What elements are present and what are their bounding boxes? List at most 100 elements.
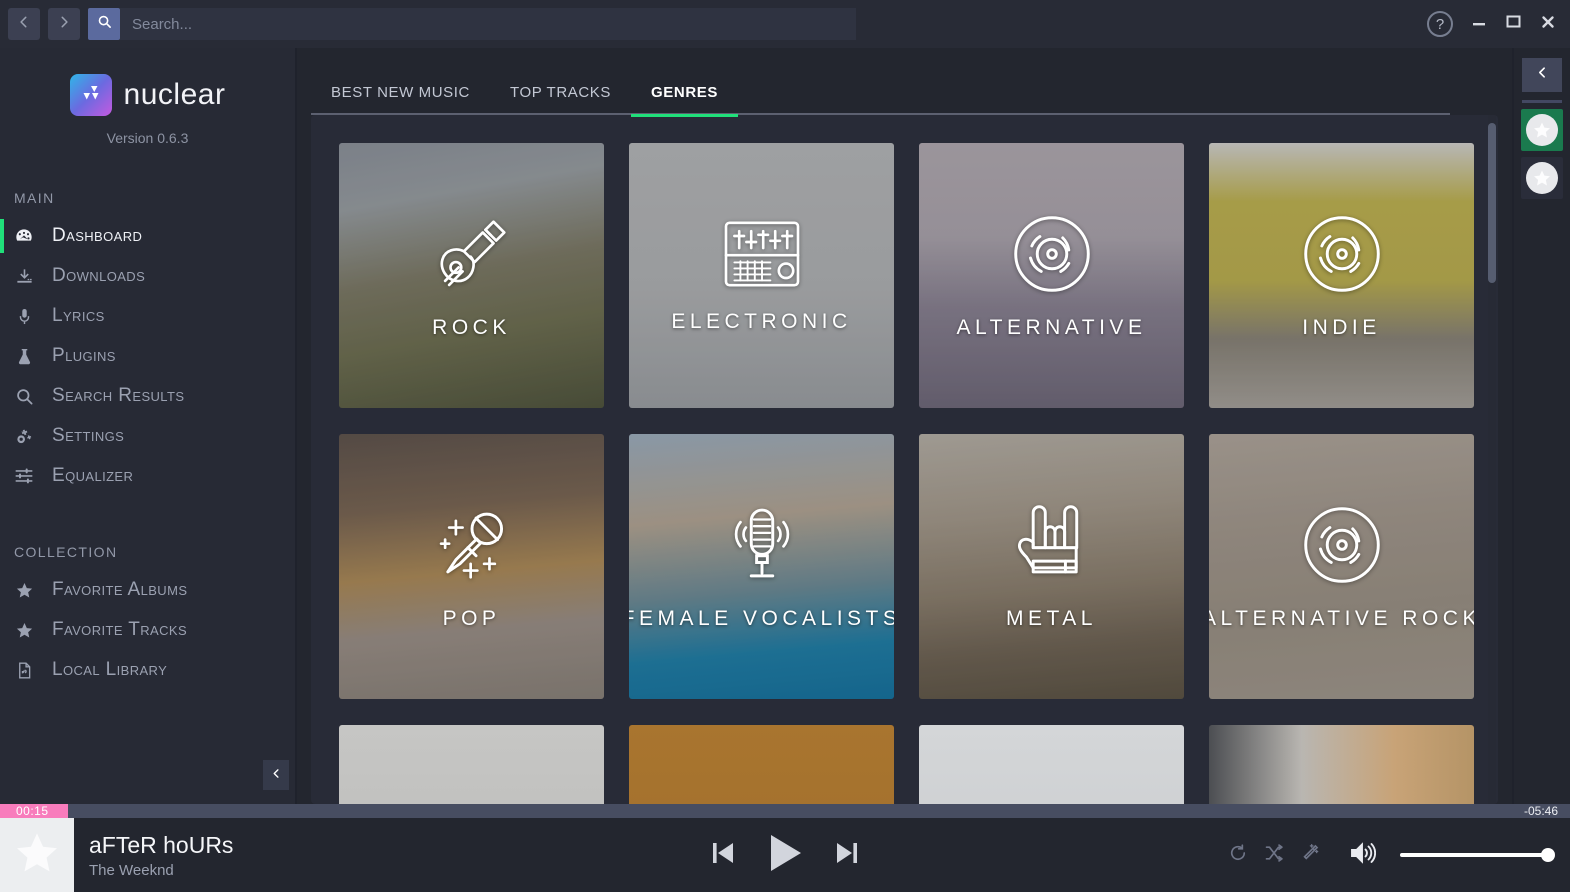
sidebar-item-favorite-albums[interactable]: Favorite Albums bbox=[0, 570, 295, 610]
sidebar-item-downloads[interactable]: Downloads bbox=[0, 256, 295, 296]
gears-icon bbox=[14, 426, 34, 446]
sidebar-item-local-library[interactable]: Local Library bbox=[0, 650, 295, 690]
card-background bbox=[339, 725, 604, 804]
sidebar-item-search-results[interactable]: Search Results bbox=[0, 376, 295, 416]
sidebar-item-dashboard[interactable]: Dashboard bbox=[0, 216, 295, 256]
next-track-icon bbox=[835, 840, 859, 871]
back-button[interactable] bbox=[8, 8, 40, 40]
minimize-button[interactable] bbox=[1471, 14, 1487, 35]
rock-hand-icon bbox=[1012, 502, 1092, 593]
volume-slider[interactable] bbox=[1400, 848, 1555, 862]
chevron-left-icon bbox=[17, 15, 31, 34]
right-rail-collapse-button[interactable] bbox=[1522, 58, 1562, 92]
mic-sparkle-icon bbox=[429, 502, 515, 593]
previous-track-button[interactable] bbox=[711, 840, 735, 871]
sidebar-item-equalizer[interactable]: Equalizer bbox=[0, 456, 295, 496]
minimize-icon bbox=[1471, 14, 1487, 35]
sidebar-item-label: Equalizer bbox=[52, 465, 134, 486]
search-icon bbox=[97, 14, 112, 34]
volume-high-icon bbox=[1350, 841, 1376, 870]
card-background bbox=[629, 725, 894, 804]
version-label: Version 0.6.3 bbox=[106, 130, 189, 146]
star-avatar-icon bbox=[1526, 114, 1558, 146]
app-body: nuclear Version 0.6.3 MAIN Dashboard Dow… bbox=[0, 48, 1570, 804]
right-rail bbox=[1512, 48, 1570, 804]
forward-button[interactable] bbox=[48, 8, 80, 40]
previous-track-icon bbox=[711, 840, 735, 871]
search-input[interactable] bbox=[120, 8, 856, 40]
sidebar-item-label: Local Library bbox=[52, 659, 168, 680]
guitar-icon bbox=[429, 211, 515, 302]
genre-card-alternative[interactable]: ALTERNATIVE bbox=[919, 143, 1184, 408]
genre-card-row3-1[interactable] bbox=[339, 725, 604, 804]
genre-name: ALTERNATIVE bbox=[956, 316, 1147, 339]
brand-name: nuclear bbox=[123, 78, 226, 111]
section-title-main: MAIN bbox=[14, 190, 55, 206]
genre-grid: ROCK ELECTRONIC ALTERNATIVE INDIE POP FE… bbox=[311, 115, 1498, 804]
sidebar-item-label: Lyrics bbox=[52, 305, 105, 326]
genre-name: ELECTRONIC bbox=[671, 310, 852, 333]
next-track-button[interactable] bbox=[835, 840, 859, 871]
shuffle-button[interactable] bbox=[1264, 843, 1284, 868]
sidebar: nuclear Version 0.6.3 MAIN Dashboard Dow… bbox=[0, 48, 297, 804]
sidebar-item-label: Dashboard bbox=[52, 225, 143, 246]
close-icon bbox=[1540, 14, 1556, 35]
tab-genres[interactable]: GENRES bbox=[631, 70, 738, 117]
play-icon bbox=[765, 834, 805, 878]
panel-scrollbar-thumb[interactable] bbox=[1488, 123, 1496, 283]
track-artist: The Weeknd bbox=[89, 861, 174, 879]
search-button[interactable] bbox=[88, 8, 120, 40]
star-icon bbox=[14, 581, 34, 600]
sidebar-item-favorite-tracks[interactable]: Favorite Tracks bbox=[0, 610, 295, 650]
star-icon bbox=[12, 828, 62, 883]
genre-card-indie[interactable]: INDIE bbox=[1209, 143, 1474, 408]
sidebar-item-lyrics[interactable]: Lyrics bbox=[0, 296, 295, 336]
sidebar-collapse-button[interactable] bbox=[263, 759, 289, 790]
sidebar-item-label: Downloads bbox=[52, 265, 146, 286]
play-button[interactable] bbox=[765, 832, 805, 879]
genre-card-pop[interactable]: POP bbox=[339, 434, 604, 699]
star-icon bbox=[14, 621, 34, 640]
close-button[interactable] bbox=[1540, 14, 1556, 35]
repeat-button[interactable] bbox=[1228, 843, 1248, 868]
section-title-collection: COLLECTION bbox=[14, 544, 118, 560]
right-rail-divider bbox=[1522, 100, 1562, 103]
sidebar-item-label: Favorite Albums bbox=[52, 579, 188, 600]
window-controls: ? bbox=[1427, 11, 1570, 37]
sidebar-item-settings[interactable]: Settings bbox=[0, 416, 295, 456]
audio-file-icon bbox=[14, 661, 34, 680]
genre-card-electronic[interactable]: ELECTRONIC bbox=[629, 143, 894, 408]
genre-card-rock[interactable]: ROCK bbox=[339, 143, 604, 408]
sidebar-item-label: Settings bbox=[52, 425, 125, 446]
sidebar-item-label: Plugins bbox=[52, 345, 116, 366]
sidebar-item-plugins[interactable]: Plugins bbox=[0, 336, 295, 376]
main-content: BEST NEW MUSIC TOP TRACKS GENRES ROCK EL… bbox=[297, 48, 1512, 804]
vinyl-icon bbox=[1299, 502, 1385, 593]
genre-card-row3-3[interactable] bbox=[919, 725, 1184, 804]
top-bar: ? bbox=[0, 0, 1570, 48]
genre-card-row3-2[interactable] bbox=[629, 725, 894, 804]
chevron-left-icon bbox=[1536, 66, 1549, 84]
brand: nuclear bbox=[0, 74, 295, 116]
card-background bbox=[1209, 725, 1474, 804]
right-rail-item-1[interactable] bbox=[1521, 109, 1563, 151]
maximize-button[interactable] bbox=[1505, 13, 1522, 35]
track-title: aFTeR hoURs bbox=[89, 831, 234, 858]
genre-card-female-vocalists[interactable]: FEMALE VOCALISTS bbox=[629, 434, 894, 699]
autoradio-button[interactable] bbox=[1300, 843, 1320, 868]
card-background bbox=[919, 725, 1184, 804]
tab-top-tracks[interactable]: TOP TRACKS bbox=[490, 70, 631, 115]
seek-bar[interactable]: 00:15 -05:46 bbox=[0, 803, 1570, 818]
right-rail-item-2[interactable] bbox=[1521, 157, 1563, 199]
dashboard-icon bbox=[14, 226, 34, 246]
mixer-icon bbox=[720, 217, 804, 296]
genre-card-metal[interactable]: METAL bbox=[919, 434, 1184, 699]
favorite-track-button[interactable] bbox=[0, 818, 74, 892]
genre-card-alternative-rock[interactable]: ALTERNATIVE ROCK bbox=[1209, 434, 1474, 699]
genre-card-row3-4[interactable] bbox=[1209, 725, 1474, 804]
genre-name: METAL bbox=[1006, 607, 1097, 630]
tab-best-new-music[interactable]: BEST NEW MUSIC bbox=[311, 70, 490, 115]
volume-slider-knob[interactable] bbox=[1541, 848, 1555, 862]
help-button[interactable]: ? bbox=[1427, 11, 1453, 37]
volume-button[interactable] bbox=[1350, 841, 1376, 870]
